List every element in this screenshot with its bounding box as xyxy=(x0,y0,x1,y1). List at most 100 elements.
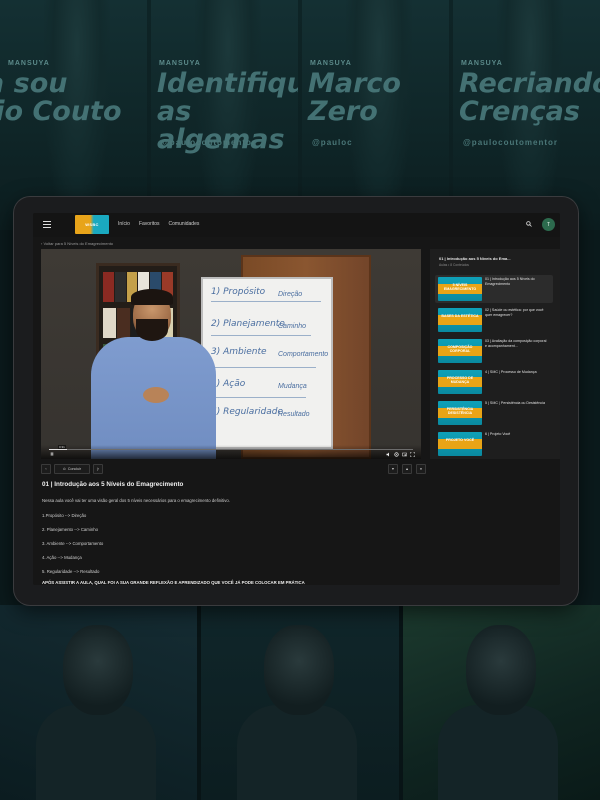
poster-title: Marco Zero xyxy=(308,68,401,127)
thumbnail-label: 5 NÍVEIS EMAGRECIMENTO xyxy=(443,283,477,291)
whiteboard-result: Direção xyxy=(278,291,303,298)
background-photo-strip xyxy=(0,605,600,800)
poster-kicker: MANSUYA xyxy=(310,60,352,67)
lesson-list-item: 4. Ação --> Mudança xyxy=(42,555,82,560)
thumbs-up-icon: ▲ xyxy=(405,467,409,471)
lesson-list-item: 3. Ambiente --> Comportamento xyxy=(42,541,104,546)
poster-title: Recriando Crenças xyxy=(459,68,600,127)
background-photo xyxy=(201,605,399,800)
check-icon: ⊙ xyxy=(62,467,66,471)
avatar-initial: T xyxy=(546,221,551,228)
lesson-thumbnail: COMPOSIÇÃO CORPORAL xyxy=(438,339,482,363)
photo-figure-head xyxy=(465,625,536,715)
back-breadcrumb[interactable]: ‹ Voltar para 5 Níveis do Emagrecimento xyxy=(41,241,113,246)
lesson-thumbnail: 5 NÍVEIS EMAGRECIMENTO xyxy=(438,277,482,301)
playlist-item-title: 6 | Projeto Você xyxy=(485,432,511,436)
video-progress-bar[interactable] xyxy=(49,449,413,450)
video-player[interactable]: 1) Propósito Direção 2) Planejamento Cam… xyxy=(41,249,421,459)
lesson-description: Nessa aula você vai ter uma visão geral … xyxy=(42,498,230,503)
video-presenter-hair xyxy=(131,289,173,305)
tablet-screen: WSBC Início Favoritos Comunidades T ‹ Vo… xyxy=(33,213,560,585)
whiteboard-result: Caminho xyxy=(278,323,307,330)
poster-title: a sou lio Couto xyxy=(0,68,122,127)
lesson-content: 01 | Introdução aos 5 Níveis do Emagreci… xyxy=(42,481,462,585)
pip-icon[interactable] xyxy=(402,452,407,457)
nav-link-comunidades[interactable]: Comunidades xyxy=(169,221,200,227)
thumbnail-label: PROJETO VOCÊ xyxy=(445,438,475,442)
whiteboard-line xyxy=(211,367,316,368)
playlist-subtitle: Aulas • 8 Conteúdos xyxy=(439,263,469,267)
playlist-item[interactable]: PROCESSO DE MUDANÇA 4 | SMC | Processo d… xyxy=(435,368,553,396)
whiteboard-line xyxy=(211,301,321,302)
playlist-item-title: 4 | SMC | Processo de Mudança xyxy=(485,370,537,374)
video-progress-fill xyxy=(49,449,68,450)
lesson-actions: ‹ ⊙ Concluir |‹ ♥ ▲ ● xyxy=(41,464,426,474)
playlist-item[interactable]: PROJETO VOCÊ 6 | Projeto Você xyxy=(435,430,553,458)
photo-figure xyxy=(236,705,357,800)
video-controls: 0:31 xyxy=(41,445,421,459)
lesson-thumbnail: PERSISTÊNCIA DESISTÊNCIA xyxy=(438,401,482,425)
video-time: 0:31 xyxy=(58,445,66,449)
background-photo xyxy=(0,605,198,800)
complete-lesson-button[interactable]: ⊙ Concluir xyxy=(54,464,90,474)
whiteboard-result: Mudança xyxy=(278,383,307,390)
lesson-list-item: 2. Planejamento --> Caminho xyxy=(42,527,99,532)
playlist-item[interactable]: 5 NÍVEIS EMAGRECIMENTO 01 | Introdução a… xyxy=(435,275,553,303)
volume-icon[interactable] xyxy=(386,452,391,457)
playlist-item[interactable]: PERSISTÊNCIA DESISTÊNCIA 5 | SMC | Persi… xyxy=(435,399,553,427)
comment-button[interactable]: ● xyxy=(416,464,426,474)
menu-icon[interactable] xyxy=(43,221,51,228)
top-navigation: WSBC Início Favoritos Comunidades T xyxy=(33,213,560,237)
photo-figure-head xyxy=(63,625,134,715)
whiteboard-text: 5) Regularidade xyxy=(211,407,283,417)
video-presenter-beard xyxy=(136,319,168,341)
lesson-list-item: 5. Regularidade --> Resultado xyxy=(42,569,100,574)
playlist-header: 01 | Introdução aos 5 Níveis do Ema... A… xyxy=(439,256,554,267)
thumbnail-label: BASES DA ESTÉTICA xyxy=(441,314,479,318)
poster: MANSUYA Recriando Crenças @paulocoutomen… xyxy=(453,0,600,230)
settings-icon[interactable] xyxy=(394,452,399,457)
photo-figure xyxy=(35,705,156,800)
poster-handle: @pauloc xyxy=(312,138,353,147)
brand-logo[interactable]: WSBC xyxy=(75,215,109,234)
poster: MANSUYA Identifique as algemas @paulocou… xyxy=(151,0,298,230)
lesson-reflection-prompt: APÓS ASSISTIR A AULA, QUAL FOI A SUA GRA… xyxy=(42,580,305,585)
fullscreen-icon[interactable] xyxy=(410,452,415,457)
lesson-playlist: 01 | Introdução aos 5 Níveis do Ema... A… xyxy=(430,249,560,459)
pause-icon[interactable] xyxy=(50,452,54,456)
like-button[interactable]: ▲ xyxy=(402,464,412,474)
lesson-list-item: 1.Propósito --> Direção xyxy=(42,513,87,518)
whiteboard-text: 3) Ambiente xyxy=(211,347,267,357)
lesson-thumbnail: PROCESSO DE MUDANÇA xyxy=(438,370,482,394)
playlist-item[interactable]: BASES DA ESTÉTICA 02 | Saúde ou estética… xyxy=(435,306,553,334)
nav-link-inicio[interactable]: Início xyxy=(118,221,130,227)
favorite-button[interactable]: ♥ xyxy=(388,464,398,474)
heart-icon: ♥ xyxy=(391,467,395,471)
playlist-item[interactable]: COMPOSIÇÃO CORPORAL 03 | Avaliação da co… xyxy=(435,337,553,365)
poster: MANSUYA Marco Zero @pauloc xyxy=(302,0,449,230)
poster-handle: @paulocoutomentor xyxy=(161,138,257,147)
lesson-thumbnail: BASES DA ESTÉTICA xyxy=(438,308,482,332)
search-icon[interactable] xyxy=(526,221,532,227)
background-poster-strip: MANSUYA a sou lio Couto MANSUYA Identifi… xyxy=(0,0,600,230)
playlist-item-title: 5 | SMC | Persistência ou Desistência xyxy=(485,401,545,405)
video-frame-whiteboard: 1) Propósito Direção 2) Planejamento Cam… xyxy=(201,277,333,449)
whiteboard-line xyxy=(211,397,306,398)
tablet-frame: WSBC Início Favoritos Comunidades T ‹ Vo… xyxy=(14,197,578,605)
thumbnail-label: PERSISTÊNCIA DESISTÊNCIA xyxy=(446,407,474,415)
whiteboard-line xyxy=(211,335,311,336)
poster: MANSUYA a sou lio Couto xyxy=(0,0,147,230)
whiteboard-text: 1) Propósito xyxy=(211,287,266,297)
nav-link-favoritos[interactable]: Favoritos xyxy=(139,221,160,227)
next-lesson-button[interactable]: |‹ xyxy=(93,464,103,474)
playlist-item-title: 03 | Avaliação da composição corporal e … xyxy=(485,339,547,348)
whiteboard-result: Comportamento xyxy=(278,351,329,358)
background-photo xyxy=(402,605,600,800)
thumbnail-label: PROCESSO DE MUDANÇA xyxy=(446,376,474,384)
previous-lesson-button[interactable]: ‹ xyxy=(41,464,51,474)
playlist-title: 01 | Introdução aos 5 Níveis do Ema... xyxy=(439,256,511,261)
poster-kicker: MANSUYA xyxy=(8,60,50,67)
whiteboard-text: 2) Planejamento xyxy=(211,319,285,329)
user-avatar[interactable]: T xyxy=(542,218,555,231)
photo-figure-head xyxy=(264,625,335,715)
